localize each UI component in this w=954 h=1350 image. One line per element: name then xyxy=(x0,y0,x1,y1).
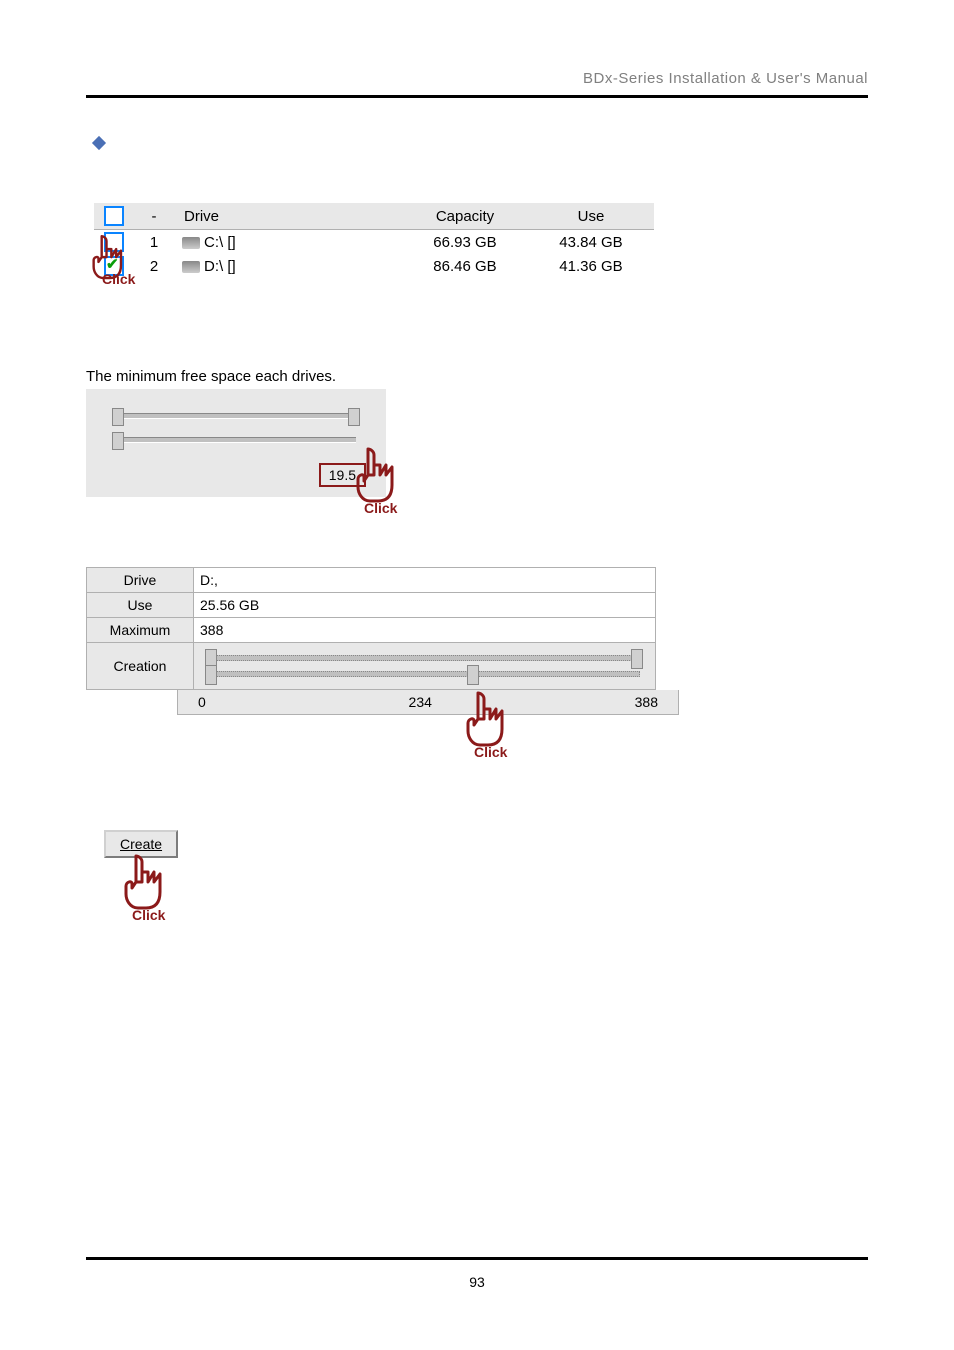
slider-thumb-right[interactable] xyxy=(348,408,360,426)
create-label-rest: reate xyxy=(130,836,162,852)
hdd-icon xyxy=(182,261,200,273)
bullet-icon xyxy=(92,136,106,150)
drive-use: 41.36 GB xyxy=(528,254,654,278)
drive-name: C:\ [] xyxy=(204,234,236,251)
checkbox-header[interactable] xyxy=(104,206,124,226)
row-num: 1 xyxy=(134,230,174,255)
create-accesskey: C xyxy=(120,836,130,852)
click-indicator-icon: Click xyxy=(84,233,135,287)
hdd-icon xyxy=(182,237,200,249)
drive-use: 43.84 GB xyxy=(528,230,654,255)
creation-thumb-right[interactable] xyxy=(631,649,643,669)
slider-thumb-left-2[interactable] xyxy=(112,432,124,450)
footer-divider xyxy=(86,1257,868,1260)
info-use-value: 25.56 GB xyxy=(194,593,656,618)
row-num: 2 xyxy=(134,254,174,278)
header-divider xyxy=(86,95,868,98)
click-label: Click xyxy=(102,271,135,287)
page-header: BDx-Series Installation & User's Manual xyxy=(86,70,868,95)
drive-capacity: 66.93 GB xyxy=(402,230,528,255)
click-label: Click xyxy=(132,907,868,923)
click-indicator-icon: Click xyxy=(346,445,410,516)
creation-slider-2[interactable] xyxy=(208,671,640,677)
col-capacity: Capacity xyxy=(402,203,528,230)
drive-capacity: 86.46 GB xyxy=(402,254,528,278)
creation-slider[interactable] xyxy=(208,655,640,661)
click-label: Click xyxy=(474,744,868,760)
min-space-slider-2[interactable] xyxy=(116,437,356,443)
min-space-slider-box: 19.5 Click xyxy=(86,389,386,497)
click-indicator-icon: Click xyxy=(456,689,868,760)
click-indicator-icon: Click xyxy=(114,852,868,923)
info-use-label: Use xyxy=(87,593,194,618)
info-creation-label: Creation xyxy=(87,643,194,690)
scale-min: 0 xyxy=(198,694,206,710)
col-use: Use xyxy=(528,203,654,230)
page-number: 93 xyxy=(0,1274,954,1290)
drive-info-table: Drive D:, Use 25.56 GB Maximum 388 Creat… xyxy=(86,567,656,690)
min-space-slider[interactable] xyxy=(116,413,356,419)
info-drive-value: D:, xyxy=(194,568,656,593)
min-space-label: The minimum free space each drives. xyxy=(86,368,868,385)
drive-list-table: - Drive Capacity Use 1 C:\ [] 66.93 GB 4… xyxy=(94,203,654,278)
creation-thumb-mid[interactable] xyxy=(467,665,479,685)
creation-thumb-left-2[interactable] xyxy=(205,665,217,685)
col-drive: Drive xyxy=(174,203,402,230)
table-row[interactable]: 1 C:\ [] 66.93 GB 43.84 GB xyxy=(94,230,654,255)
info-max-label: Maximum xyxy=(87,618,194,643)
info-drive-label: Drive xyxy=(87,568,194,593)
info-max-value: 388 xyxy=(194,618,656,643)
scale-max: 388 xyxy=(635,694,658,710)
scale-mid: 234 xyxy=(409,694,432,710)
col-dash: - xyxy=(134,203,174,230)
drive-name: D:\ [] xyxy=(204,258,236,275)
table-row[interactable]: 2 D:\ [] 86.46 GB 41.36 GB xyxy=(94,254,654,278)
slider-thumb-left[interactable] xyxy=(112,408,124,426)
